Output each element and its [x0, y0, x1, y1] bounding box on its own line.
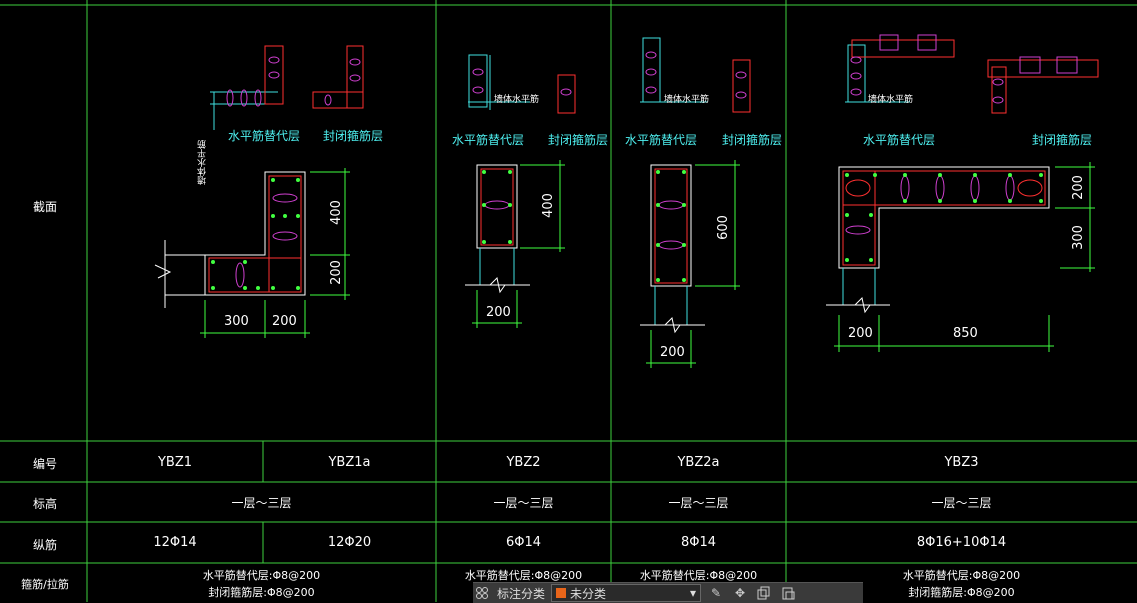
category-color-swatch [556, 588, 567, 598]
row-label-elevation: 标高 [32, 497, 57, 511]
category-label: 标注分类 [497, 586, 546, 601]
longitudinal-cell: 12Φ20 [327, 535, 372, 550]
stirrup-cell: 水平筋替代层:Φ8@200 [202, 569, 321, 582]
elevation-cell: 一层～三层 [931, 496, 992, 510]
longitudinal-cell: 8Φ14 [680, 535, 717, 550]
ybz1-closed-label: 封闭箍筋层 [323, 129, 384, 143]
elevation-cell: 一层～三层 [668, 496, 729, 510]
chevron-down-icon: ▾ [689, 586, 697, 600]
annotation-toolbar: 标注分类 未分类 ▾ ✎ ✥ [473, 582, 863, 603]
ybz2-closed-label: 封闭箍筋层 [548, 133, 609, 147]
stirrup-cell: 水平筋替代层:Φ8@200 [639, 569, 758, 582]
table-grid [0, 0, 1137, 602]
ybz1-horiz-label: 水平筋替代层 [228, 129, 301, 143]
category-value: 未分类 [570, 586, 607, 601]
longitudinal-cell: 8Φ16+10Φ14 [916, 535, 1007, 550]
ybz3-wall-label: 墙体水平筋 [868, 95, 914, 105]
ybz1-wall-label: 墙体水平筋 [198, 140, 208, 185]
row-label-section: 截面 [32, 200, 57, 214]
id-cell: YBZ2a [677, 455, 720, 470]
row-label-stirrup: 箍筋/拉筋 [21, 578, 69, 591]
ybz3-horiz-label: 水平筋替代层 [863, 133, 936, 147]
id-cell: YBZ1 [157, 455, 193, 470]
elevation-cell: 一层～三层 [231, 496, 292, 510]
stirrup-cell: 水平筋替代层:Φ8@200 [464, 569, 583, 582]
dim-200: 200 [848, 326, 873, 341]
dim-200: 200 [486, 305, 511, 320]
id-cell: YBZ1a [328, 455, 371, 470]
longitudinal-cell: 12Φ14 [153, 535, 197, 550]
id-cell: YBZ3 [944, 455, 979, 470]
edit-icon[interactable]: ✎ [707, 584, 725, 602]
row-label-id: 编号 [32, 457, 57, 471]
elevation-cell: 一层～三层 [493, 496, 554, 510]
ybz3-section [826, 162, 1095, 352]
dim-300: 300 [1070, 225, 1086, 250]
ybz2-wall-label: 墙体水平筋 [494, 95, 540, 105]
cad-drawing [0, 0, 1137, 602]
ybz3-closed-label: 封闭箍筋层 [1032, 133, 1093, 147]
dim-400: 400 [328, 200, 344, 225]
paste-icon[interactable] [779, 584, 797, 602]
row-label-longitudinal: 纵筋 [32, 538, 57, 552]
ybz1-section [154, 168, 350, 338]
dim-400: 400 [540, 193, 556, 218]
layout-icon[interactable] [473, 584, 491, 602]
ybz2-section [465, 160, 565, 328]
move-icon[interactable]: ✥ [731, 584, 749, 602]
dim-200: 200 [272, 314, 297, 329]
ybz1-detail-horizontal [210, 45, 284, 130]
longitudinal-cell: 6Φ14 [505, 535, 542, 550]
dim-300: 300 [224, 314, 249, 329]
dim-200: 200 [660, 345, 685, 360]
copy-icon[interactable] [755, 584, 773, 602]
ybz2a-closed-label: 封闭箍筋层 [722, 133, 783, 147]
ybz2-horiz-label: 水平筋替代层 [452, 133, 525, 147]
category-select[interactable]: 未分类 ▾ [551, 584, 702, 602]
dim-200: 200 [328, 260, 344, 285]
stirrup-cell: 水平筋替代层:Φ8@200 [902, 569, 1021, 582]
id-cell: YBZ2 [506, 455, 541, 470]
stirrup-cell: 封闭箍筋层:Φ8@200 [208, 586, 315, 599]
dim-600: 600 [715, 215, 731, 240]
ybz2a-horiz-label: 水平筋替代层 [625, 133, 698, 147]
dim-200: 200 [1070, 175, 1086, 200]
ybz2a-wall-label: 墙体水平筋 [664, 95, 710, 105]
dim-850: 850 [953, 326, 978, 341]
ybz1-detail-closed [312, 45, 364, 109]
ybz2a-section [640, 160, 740, 368]
